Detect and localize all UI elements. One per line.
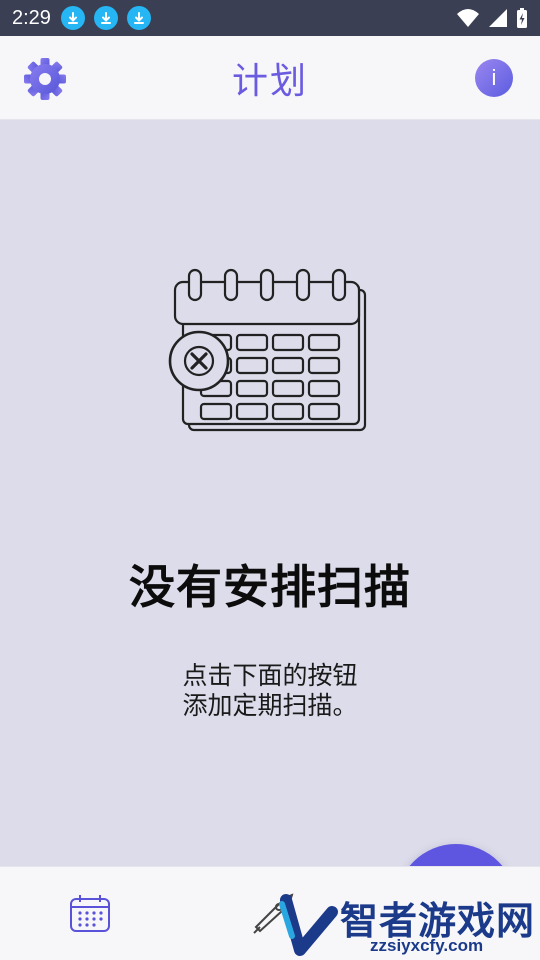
download-icon: [93, 6, 118, 30]
download-icon: [60, 6, 85, 30]
download-icon: [126, 6, 151, 30]
info-icon[interactable]: i: [475, 59, 513, 97]
calendar-x-icon: [168, 268, 367, 432]
page-title: 计划: [231, 60, 308, 102]
empty-state-title: 没有安排扫描: [129, 560, 411, 614]
status-time: 2:29: [12, 6, 51, 29]
description-line: 点击下面的按钮: [182, 661, 358, 690]
battery-icon: [517, 8, 527, 28]
main-content: 没有安排扫描 点击下面的按钮 添加定期扫描。: [0, 121, 540, 960]
description-line: 添加定期扫描。: [182, 691, 358, 720]
signal-icon: [489, 9, 507, 27]
watermark-logo: [279, 894, 338, 956]
status-bar: 2:29: [0, 0, 540, 36]
gear-icon[interactable]: [24, 58, 66, 100]
status-right: [456, 7, 528, 29]
watermark: 智者游戏网 zzsiyxcfy.com: [270, 886, 540, 960]
info-label: i: [491, 65, 497, 90]
wifi-icon: [457, 9, 479, 27]
app-bar: 计划 i: [0, 36, 540, 120]
calendar-icon[interactable]: [68, 893, 112, 933]
watermark-url: zzsiyxcfy.com: [370, 936, 484, 955]
empty-state-description: 点击下面的按钮 添加定期扫描。: [0, 661, 540, 721]
